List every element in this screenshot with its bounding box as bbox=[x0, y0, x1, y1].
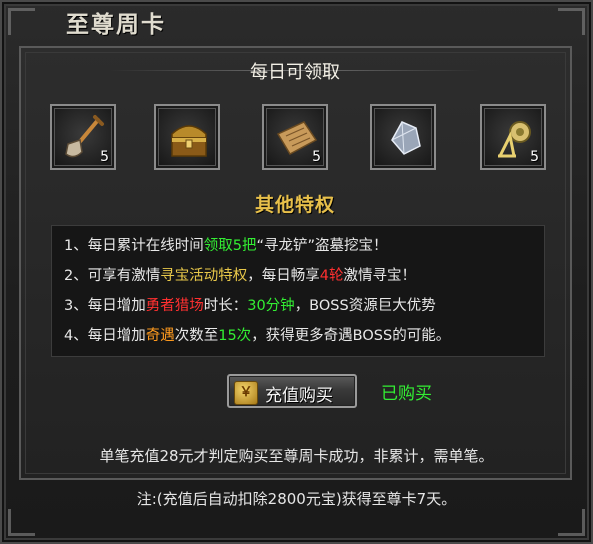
perk-text: 2、可享有激情 bbox=[64, 268, 161, 284]
perk-text: 次数至 bbox=[174, 328, 219, 344]
treasure-chest-icon bbox=[171, 125, 207, 157]
perk-highlight: 15次 bbox=[218, 328, 252, 344]
purchased-status: 已购买 bbox=[381, 384, 432, 404]
perk-text: ，BOSS资源巨大优势 bbox=[294, 298, 436, 314]
perk-text: 激情寻宝！ bbox=[343, 268, 416, 284]
frame-corner bbox=[8, 8, 35, 35]
perk-text: 1、每日累计在线时间 bbox=[64, 238, 204, 254]
perk-line: 4、每日增加奇遇次数至15次，获得更多奇遇BOSS的可能。 bbox=[64, 324, 450, 345]
recharge-button-label: 充值购买 bbox=[265, 386, 333, 406]
perk-highlight: 奇遇 bbox=[145, 328, 175, 344]
perk-highlight: 30分钟 bbox=[247, 298, 295, 314]
perk-text: “寻龙铲”盗墓挖宝！ bbox=[256, 238, 388, 254]
reward-slot-reel[interactable]: 5 bbox=[480, 104, 546, 170]
reward-slot-shovel[interactable]: 5 bbox=[50, 104, 116, 170]
frame-corner bbox=[558, 8, 585, 35]
perks-title: 其他特权 bbox=[254, 194, 335, 216]
purchase-rule-note: 单笔充值28元才判定购买至尊周卡成功，非累计，需单笔。 bbox=[99, 447, 494, 465]
perk-line: 1、每日累计在线时间领取5把“寻龙铲”盗墓挖宝！ bbox=[64, 234, 388, 255]
title-bar: 至尊周卡 bbox=[56, 2, 206, 38]
item-count: 5 bbox=[312, 149, 321, 165]
deduction-note: 注:(充值后自动扣除2800元宝)获得至尊卡7天。 bbox=[136, 490, 457, 508]
perk-text: 时长： bbox=[203, 298, 248, 314]
window-title: 至尊周卡 bbox=[66, 12, 166, 38]
perk-text: ，每日畅享 bbox=[247, 268, 320, 284]
perk-text: 3、每日增加 bbox=[64, 298, 146, 314]
coin-icon: ￥ bbox=[234, 381, 258, 405]
perk-text: 4、每日增加 bbox=[64, 328, 146, 344]
perk-highlight: 勇者猎场 bbox=[145, 298, 204, 314]
perk-text: ，获得更多奇遇BOSS的可能。 bbox=[251, 328, 451, 344]
perks-list: 1、每日累计在线时间领取5把“寻龙铲”盗墓挖宝！ 2、可享有激情寻宝活动特权，每… bbox=[51, 225, 545, 357]
perk-line: 3、每日增加勇者猎场时长：30分钟，BOSS资源巨大优势 bbox=[64, 294, 436, 315]
perk-highlight: 领取5把 bbox=[203, 238, 257, 254]
perk-highlight: 4轮 bbox=[319, 268, 344, 284]
reward-slot-crystal[interactable] bbox=[370, 104, 436, 170]
frame-corner bbox=[8, 509, 35, 536]
perk-line: 2、可享有激情寻宝活动特权，每日畅享4轮激情寻宝！ bbox=[64, 264, 416, 285]
recharge-button[interactable]: ￥ 充值购买 bbox=[227, 374, 357, 408]
daily-reward-slots: 5 5 5 bbox=[50, 104, 550, 174]
crystal-icon bbox=[391, 121, 421, 155]
reward-slot-scroll[interactable]: 5 bbox=[262, 104, 328, 170]
reward-slot-chest[interactable] bbox=[154, 104, 220, 170]
perk-highlight: 寻宝活动特权 bbox=[160, 268, 248, 284]
frame-corner bbox=[558, 509, 585, 536]
daily-rewards-title: 每日可领取 bbox=[250, 62, 340, 83]
item-count: 5 bbox=[100, 149, 109, 165]
item-count: 5 bbox=[530, 149, 539, 165]
